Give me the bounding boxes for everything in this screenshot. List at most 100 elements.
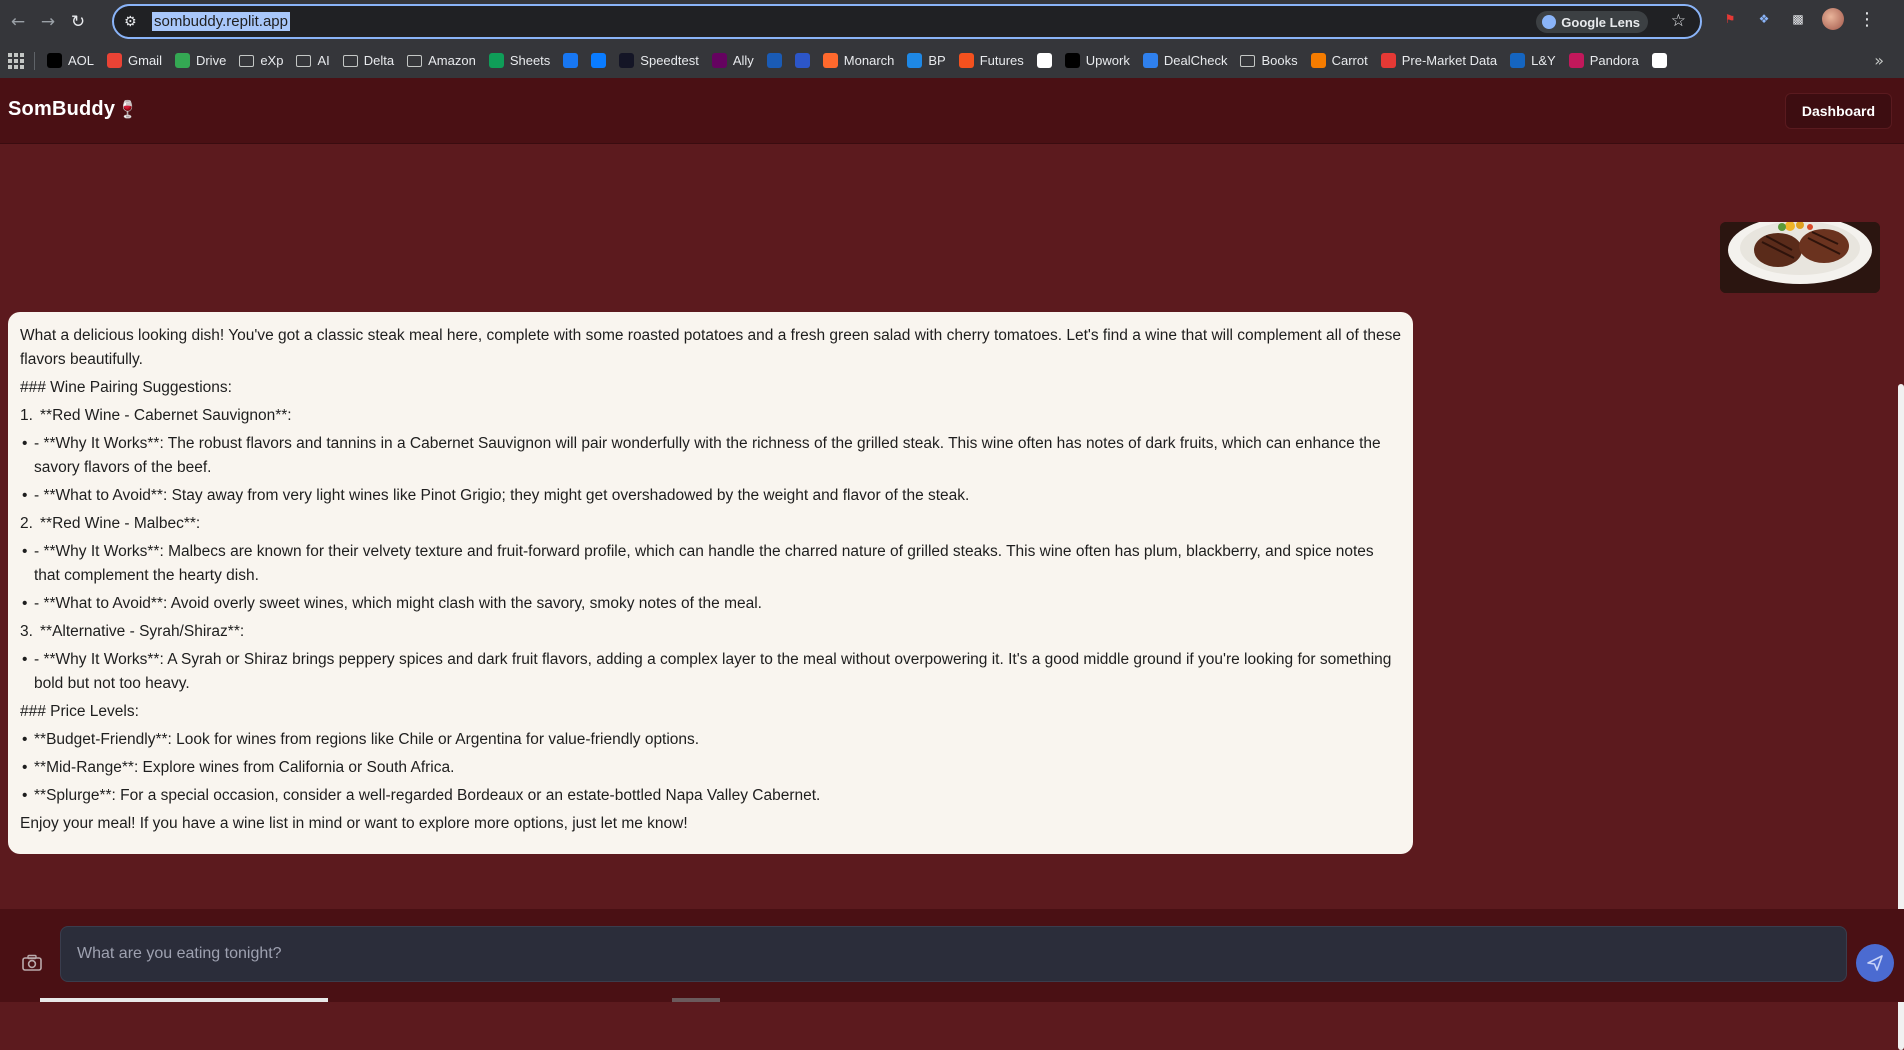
bookmark-carrot[interactable]: Carrot <box>1310 53 1368 68</box>
steak-dish-image <box>1720 222 1880 293</box>
list-item-text: - **What to Avoid**: Stay away from very… <box>34 487 970 504</box>
bookmark-label: Delta <box>363 53 395 68</box>
profile-avatar[interactable] <box>1822 8 1844 30</box>
list-item: • - **Why It Works**: Malbecs are known … <box>20 540 1401 588</box>
list-item: • - **What to Avoid**: Avoid overly swee… <box>20 592 1401 616</box>
bookmark-books[interactable]: Books <box>1240 53 1298 68</box>
list-item: • - **Why It Works**: A Syrah or Shiraz … <box>20 648 1401 696</box>
bookmark-pandora[interactable]: Pandora <box>1568 53 1639 68</box>
list-item: 3. **Alternative - Syrah/Shiraz**: <box>20 620 1401 644</box>
extensions-puzzle-icon[interactable]: ▩ <box>1788 9 1808 29</box>
composer-bar <box>0 909 1904 1002</box>
dashboard-button[interactable]: Dashboard <box>1784 93 1892 129</box>
bookmark-dealcheck[interactable]: DealCheck <box>1142 53 1228 68</box>
extensions-area: ⚑ ❖ ▩ ⋮ <box>1720 8 1876 30</box>
chat-scrollbar[interactable] <box>1898 144 1904 1050</box>
bookmark-label: Futures <box>979 53 1024 68</box>
list-item-text: **Mid-Range**: Explore wines from Califo… <box>34 759 455 776</box>
bookmark-label: Monarch <box>843 53 895 68</box>
bookmark-messenger[interactable] <box>591 53 607 68</box>
speedtest-icon <box>619 53 635 68</box>
ally-icon <box>711 53 727 68</box>
list-item-text: - **What to Avoid**: Avoid overly sweet … <box>34 595 762 612</box>
url-text[interactable]: sombuddy.replit.app <box>152 12 290 31</box>
taskbar-indicator-secondary <box>672 998 720 1002</box>
bookmark-label: Amazon <box>428 53 476 68</box>
list-item: • - **Why It Works**: The robust flavors… <box>20 432 1401 480</box>
dealcheck-icon <box>1142 53 1158 68</box>
bookmark-gmail[interactable]: Gmail <box>107 53 162 68</box>
bookmark-bp[interactable]: BP <box>907 53 946 68</box>
message-heading-price: ### Price Levels: <box>20 703 139 720</box>
market-icon <box>1380 53 1396 68</box>
bookmark-label: DealCheck <box>1163 53 1228 68</box>
bookmark-label: Ally <box>732 53 754 68</box>
bullet: • <box>22 787 28 804</box>
list-item: • **Budget-Friendly**: Look for wines fr… <box>20 728 1401 752</box>
bookmark-aol[interactable]: AOL <box>47 53 94 68</box>
bookmark-bank[interactable] <box>766 53 782 68</box>
message-intro: What a delicious looking dish! You've go… <box>20 327 1401 368</box>
lens-icon <box>1542 15 1557 29</box>
site-info-icon[interactable]: ⚙ <box>124 14 152 30</box>
send-button[interactable] <box>1856 944 1894 982</box>
bookmark-label: Sheets <box>509 53 551 68</box>
list-number: 1. <box>20 407 33 424</box>
chat-area: What a delicious looking dish! You've go… <box>0 144 1898 909</box>
forward-icon[interactable]: → <box>36 10 60 34</box>
list-item-text: - **Why It Works**: The robust flavors a… <box>34 435 1381 476</box>
chat-input[interactable] <box>60 926 1847 982</box>
list-item: 1. **Red Wine - Cabernet Sauvignon**: <box>20 404 1401 428</box>
list-item: • **Splurge**: For a special occasion, c… <box>20 784 1401 808</box>
more-bookmarks-icon[interactable]: » <box>1874 51 1884 70</box>
folder-icon <box>1240 54 1256 67</box>
bookmark-label: Books <box>1261 53 1298 68</box>
bookmark-star-icon[interactable]: ☆ <box>1671 11 1686 31</box>
bookmark-futures[interactable]: Futures <box>958 53 1024 68</box>
bullet: • <box>22 759 28 776</box>
bookmark-circle[interactable] <box>1651 53 1667 68</box>
bullet: • <box>22 595 28 612</box>
list-item-text: **Budget-Friendly**: Look for wines from… <box>34 731 700 748</box>
gmail-icon <box>107 53 123 68</box>
bookmark-delta[interactable]: Delta <box>342 53 395 68</box>
bookmark-slash[interactable] <box>1036 53 1052 68</box>
browser-toolbar: ← → ↻ ⚙ sombuddy.replit.app Google Lens … <box>0 0 1904 43</box>
bookmark-facebook[interactable] <box>563 53 579 68</box>
bookmark-ai[interactable]: AI <box>296 53 330 68</box>
chart-icon <box>794 53 810 68</box>
list-item: • **Mid-Range**: Explore wines from Cali… <box>20 756 1401 780</box>
google-lens-label: Google Lens <box>1561 14 1640 30</box>
bookmark-upwork[interactable]: Upwork <box>1064 53 1130 68</box>
list-item-text: - **Why It Works**: Malbecs are known fo… <box>34 543 1374 584</box>
browser-menu-icon[interactable]: ⋮ <box>1858 9 1876 30</box>
bookmark-pre-market-data[interactable]: Pre-Market Data <box>1380 53 1497 68</box>
bookmark-amazon[interactable]: Amazon <box>407 53 476 68</box>
app-logo[interactable]: SomBuddy 🍷 <box>8 98 139 121</box>
extension-badge-icon[interactable]: ⚑ <box>1720 9 1740 29</box>
list-number: 3. <box>20 623 33 640</box>
bookmark-ally[interactable]: Ally <box>711 53 754 68</box>
reload-icon[interactable]: ↻ <box>66 10 90 34</box>
bookmark-monarch[interactable]: Monarch <box>822 53 895 68</box>
extension-sparkle-icon[interactable]: ❖ <box>1754 9 1774 29</box>
bookmark-exp[interactable]: eXp <box>239 53 283 68</box>
camera-icon[interactable] <box>20 952 46 974</box>
bookmarks-divider <box>34 51 35 70</box>
bookmark-list: AOL Gmail Drive eXp AI Delta Amazon Sheets Speed… <box>47 53 1680 68</box>
address-bar[interactable]: ⚙ sombuddy.replit.app Google Lens ☆ <box>112 4 1702 39</box>
google-lens-button[interactable]: Google Lens <box>1536 11 1648 33</box>
bullet: • <box>22 487 28 504</box>
list-item-text: **Splurge**: For a special occasion, con… <box>34 787 821 804</box>
bookmark-sheets[interactable]: Sheets <box>488 53 551 68</box>
folder-icon <box>239 54 255 67</box>
bookmark-l-y[interactable]: L&Y <box>1510 53 1556 68</box>
back-icon[interactable]: ← <box>6 10 30 34</box>
bookmark-label: Upwork <box>1085 53 1130 68</box>
bookmark-chart[interactable] <box>794 53 810 68</box>
bookmark-drive[interactable]: Drive <box>174 53 226 68</box>
carrot-icon <box>1310 53 1326 68</box>
bookmark-speedtest[interactable]: Speedtest <box>619 53 699 68</box>
apps-grid-icon[interactable] <box>8 52 24 69</box>
bookmark-label: L&Y <box>1531 53 1556 68</box>
